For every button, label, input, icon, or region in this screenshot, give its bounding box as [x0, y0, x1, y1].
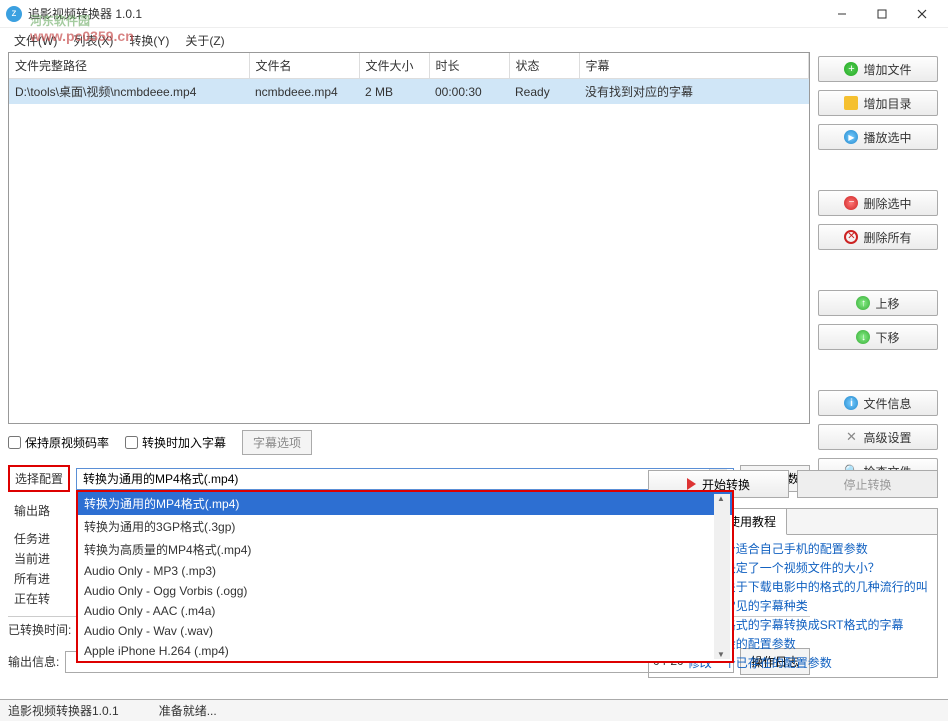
all-progress-label: 所有进 [14, 570, 50, 587]
table-row[interactable]: D:\tools\桌面\视频\ncmbdeee.mp4 ncmbdeee.mp4… [9, 79, 809, 105]
play-selected-button[interactable]: ▶播放选中 [818, 124, 938, 150]
play-icon: ▶ [844, 130, 858, 144]
config-dropdown[interactable]: 转换为通用的MP4格式(.mp4) 转换为通用的3GP格式(.3gp) 转换为高… [76, 490, 734, 663]
menubar: 文件(W) 列表(X) 转换(Y) 关于(Z) [0, 28, 948, 52]
menu-about[interactable]: 关于(Z) [179, 30, 230, 51]
delete-icon: ✕ [844, 230, 858, 244]
config-select[interactable]: 转换为通用的MP4格式(.mp4) ▾ 转换为通用的MP4格式(.mp4) 转换… [76, 468, 734, 490]
menu-list[interactable]: 列表(X) [67, 30, 119, 51]
gear-icon: ✕ [844, 430, 858, 444]
output-info-label: 输出信息: [8, 653, 59, 670]
add-subtitle-checkbox[interactable]: 转换时加入字幕 [125, 434, 226, 451]
plus-icon: + [844, 62, 858, 76]
dropdown-option[interactable]: 转换为通用的MP4格式(.mp4) [78, 492, 732, 515]
col-subtitle[interactable]: 字幕 [579, 53, 809, 79]
dropdown-option[interactable]: Audio Only - Ogg Vorbis (.ogg) [78, 581, 732, 601]
dropdown-option[interactable]: Apple iPhone H.264 (.mp4) [78, 641, 732, 661]
current-progress-label: 当前进 [14, 550, 50, 567]
col-path[interactable]: 文件完整路径 [9, 53, 249, 79]
file-table[interactable]: 文件完整路径 文件名 文件大小 时长 状态 字幕 D:\tools\桌面\视频\… [8, 52, 810, 424]
advanced-settings-button[interactable]: ✕高级设置 [818, 424, 938, 450]
titlebar: z 追影视频转换器 1.0.1 [0, 0, 948, 28]
converting-label: 正在转 [14, 590, 50, 607]
col-name[interactable]: 文件名 [249, 53, 359, 79]
delete-all-button[interactable]: ✕删除所有 [818, 224, 938, 250]
play-icon [687, 478, 696, 490]
status-app: 追影视频转换器1.0.1 [8, 702, 119, 719]
status-ready: 准备就绪... [159, 702, 217, 719]
move-down-button[interactable]: ↓下移 [818, 324, 938, 350]
config-label: 选择配置 [8, 465, 70, 492]
arrow-down-icon: ↓ [856, 330, 870, 344]
move-up-button[interactable]: ↑上移 [818, 290, 938, 316]
menu-convert[interactable]: 转换(Y) [123, 30, 175, 51]
stop-convert-button[interactable]: 停止转换 [797, 470, 938, 498]
col-size[interactable]: 文件大小 [359, 53, 429, 79]
dropdown-scrollbar[interactable] [714, 494, 730, 659]
file-info-button[interactable]: i文件信息 [818, 390, 938, 416]
window-title: 追影视频转换器 1.0.1 [28, 5, 822, 22]
minus-icon: − [844, 196, 858, 210]
col-duration[interactable]: 时长 [429, 53, 509, 79]
maximize-button[interactable] [862, 2, 902, 26]
minimize-button[interactable] [822, 2, 862, 26]
menu-file[interactable]: 文件(W) [8, 30, 63, 51]
dropdown-option[interactable]: 转换为通用的3GP格式(.3gp) [78, 515, 732, 538]
close-button[interactable] [902, 2, 942, 26]
task-progress-label: 任务进 [14, 530, 50, 547]
dropdown-option[interactable]: Audio Only - AAC (.m4a) [78, 601, 732, 621]
delete-selected-button[interactable]: −删除选中 [818, 190, 938, 216]
add-file-button[interactable]: +增加文件 [818, 56, 938, 82]
folder-icon [844, 96, 858, 110]
dropdown-option[interactable]: Audio Only - Wav (.wav) [78, 621, 732, 641]
arrow-up-icon: ↑ [856, 296, 870, 310]
add-dir-button[interactable]: 增加目录 [818, 90, 938, 116]
info-icon: i [844, 396, 858, 410]
dropdown-option[interactable]: Audio Only - MP3 (.mp3) [78, 561, 732, 581]
dropdown-option[interactable]: 转换为高质量的MP4格式(.mp4) [78, 538, 732, 561]
keep-bitrate-checkbox[interactable]: 保持原视频码率 [8, 434, 109, 451]
subtitle-options-button[interactable]: 字幕选项 [242, 430, 312, 455]
elapsed-label: 已转换时间: [8, 623, 71, 637]
col-status[interactable]: 状态 [509, 53, 579, 79]
output-path-label: 输出路 [14, 502, 50, 519]
statusbar: 追影视频转换器1.0.1 准备就绪... [0, 699, 948, 721]
app-icon: z [6, 6, 22, 22]
